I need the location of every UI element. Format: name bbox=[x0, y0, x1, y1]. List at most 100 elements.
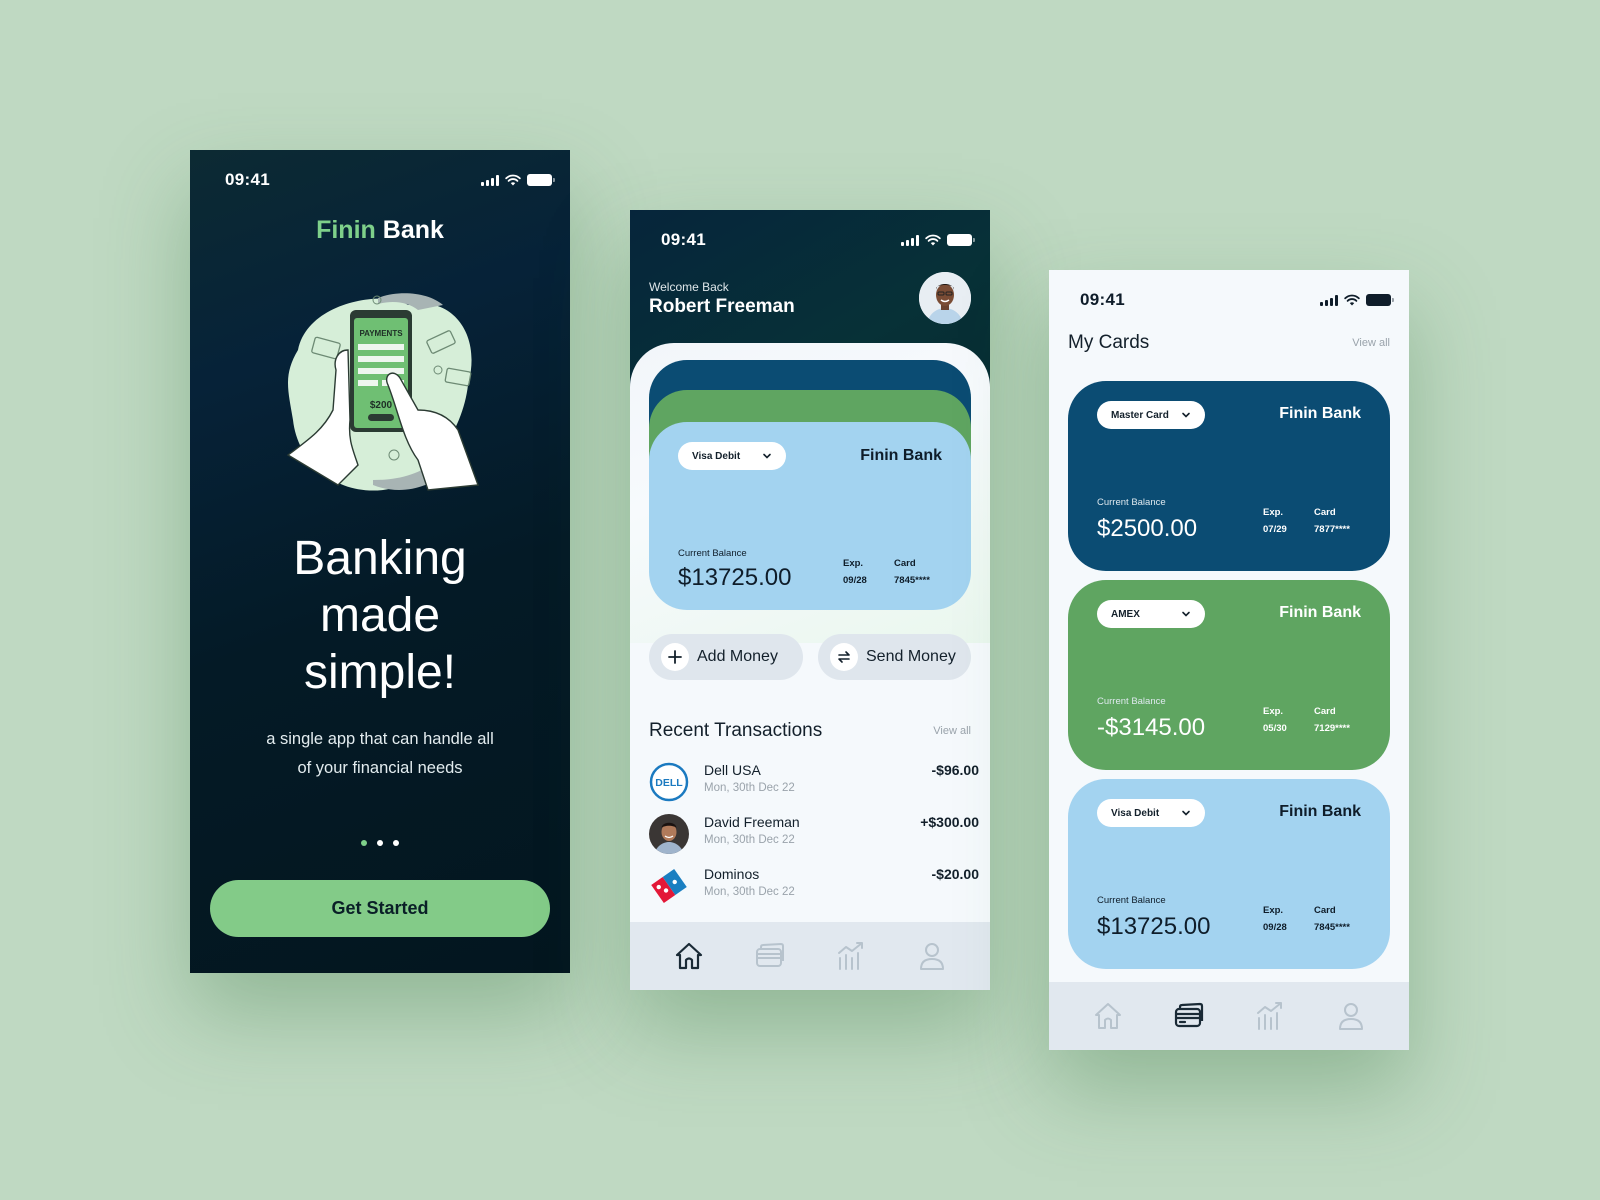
nav-home[interactable] bbox=[1090, 998, 1126, 1034]
balance-label: Current Balance bbox=[1097, 696, 1166, 707]
exp-label: Exp. bbox=[1263, 507, 1284, 518]
get-started-button[interactable]: Get Started bbox=[210, 880, 550, 937]
card-type-dropdown[interactable]: AMEX bbox=[1097, 600, 1205, 628]
send-money-button[interactable]: Send Money bbox=[818, 634, 971, 680]
chart-icon bbox=[1256, 1002, 1282, 1030]
card-number-value: 7129**** bbox=[1314, 723, 1350, 734]
nav-stats[interactable] bbox=[833, 938, 869, 974]
view-all-link[interactable]: View all bbox=[1352, 337, 1390, 349]
nav-profile[interactable] bbox=[1333, 998, 1369, 1034]
nav-cards[interactable] bbox=[752, 938, 788, 974]
welcome-text: Welcome Back bbox=[649, 280, 729, 294]
status-time: 09:41 bbox=[661, 230, 706, 249]
nav-cards[interactable] bbox=[1171, 998, 1207, 1034]
wifi-icon bbox=[925, 234, 941, 246]
battery-icon bbox=[1366, 294, 1394, 306]
exp-label: Exp. bbox=[1263, 706, 1284, 717]
nav-home[interactable] bbox=[671, 938, 707, 974]
cards-icon bbox=[755, 942, 784, 967]
transactions-header: Recent Transactions View all bbox=[649, 720, 971, 742]
home-screen: 09:41 Welcome Back Robert Freeman Visa D… bbox=[630, 210, 990, 990]
exp-value: 07/29 bbox=[1263, 524, 1287, 535]
exp-label: Exp. bbox=[1263, 905, 1284, 916]
signal-icon bbox=[1320, 294, 1338, 306]
card-type-label: Master Card bbox=[1111, 409, 1169, 421]
my-cards-screen: 09:41 My Cards View all Master Card Fini… bbox=[1049, 270, 1409, 1050]
exp-value: 09/28 bbox=[843, 575, 867, 586]
transaction-name: David Freeman bbox=[704, 814, 800, 830]
card-type-label: Visa Debit bbox=[692, 450, 741, 462]
page-dot[interactable] bbox=[377, 840, 383, 846]
svg-text:PAYMENTS: PAYMENTS bbox=[359, 329, 403, 338]
exp-value: 05/30 bbox=[1263, 723, 1287, 734]
signal-icon bbox=[481, 174, 499, 186]
user-avatar[interactable] bbox=[919, 272, 971, 324]
card-type-dropdown[interactable]: Master Card bbox=[1097, 401, 1205, 429]
onboarding-screen: 09:41 Finin Bank PAYMENTS $200 Banking m… bbox=[190, 150, 570, 973]
active-card[interactable]: Visa Debit Finin Bank Current Balance $1… bbox=[649, 422, 971, 610]
page-dot[interactable] bbox=[393, 840, 399, 846]
card-type-label: AMEX bbox=[1111, 608, 1140, 620]
card-number-label: Card bbox=[1314, 706, 1336, 717]
brand-primary: Finin bbox=[316, 216, 376, 244]
person-avatar-icon bbox=[649, 814, 689, 854]
balance-value: $13725.00 bbox=[1097, 913, 1211, 940]
headline-line: made bbox=[319, 589, 441, 642]
balance-value: $13725.00 bbox=[678, 564, 792, 591]
card-type-dropdown[interactable]: Visa Debit bbox=[678, 442, 786, 470]
card-item[interactable]: AMEX Finin Bank Current Balance -$3145.0… bbox=[1068, 580, 1390, 770]
status-bar: 09:41 bbox=[630, 230, 990, 254]
card-number-label: Card bbox=[1314, 905, 1336, 916]
transaction-amount: +$300.00 bbox=[920, 814, 979, 830]
balance-label: Current Balance bbox=[1097, 497, 1166, 508]
wifi-icon bbox=[1344, 294, 1360, 306]
transaction-row[interactable]: Dominos Mon, 30th Dec 22 -$20.00 bbox=[649, 864, 979, 916]
card-number-value: 7845**** bbox=[894, 575, 930, 586]
headline: Banking made simple! bbox=[190, 530, 570, 701]
transaction-name: Dell USA bbox=[704, 762, 761, 778]
page-indicator bbox=[190, 840, 570, 846]
brand-secondary: Bank bbox=[382, 216, 444, 244]
card-bank-name: Finin Bank bbox=[1279, 604, 1361, 621]
card-bank-name: Finin Bank bbox=[1279, 803, 1361, 820]
transaction-date: Mon, 30th Dec 22 bbox=[704, 886, 795, 898]
home-icon bbox=[675, 942, 702, 970]
nav-stats[interactable] bbox=[1252, 998, 1288, 1034]
card-number-value: 7845**** bbox=[1314, 922, 1350, 933]
user-icon bbox=[1338, 1003, 1363, 1030]
quick-actions: Add Money Send Money bbox=[649, 634, 971, 680]
transaction-amount: -$20.00 bbox=[931, 866, 979, 882]
transaction-date: Mon, 30th Dec 22 bbox=[704, 782, 795, 794]
dell-logo-icon: DELL bbox=[649, 762, 689, 802]
add-money-label: Add Money bbox=[697, 648, 778, 665]
headline-line: simple! bbox=[303, 646, 457, 699]
transaction-amount: -$96.00 bbox=[931, 762, 979, 778]
person-photo-icon bbox=[919, 272, 971, 324]
card-item[interactable]: Visa Debit Finin Bank Current Balance $1… bbox=[1068, 779, 1390, 969]
card-number-label: Card bbox=[894, 558, 916, 569]
view-all-link[interactable]: View all bbox=[933, 725, 971, 737]
card-number-label: Card bbox=[1314, 507, 1336, 518]
cards-icon bbox=[1174, 1002, 1203, 1028]
nav-profile[interactable] bbox=[914, 938, 950, 974]
chevron-down-icon bbox=[1182, 412, 1190, 418]
transaction-row[interactable]: DELL Dell USA Mon, 30th Dec 22 -$96.00 bbox=[649, 760, 979, 812]
transfer-icon bbox=[830, 643, 858, 671]
transaction-row[interactable]: David Freeman Mon, 30th Dec 22 +$300.00 bbox=[649, 812, 979, 864]
card-item[interactable]: Master Card Finin Bank Current Balance $… bbox=[1068, 381, 1390, 571]
card-bank-name: Finin Bank bbox=[860, 447, 942, 464]
bottom-nav bbox=[630, 922, 990, 990]
subtitle-line: a single app that can handle all bbox=[266, 730, 494, 748]
exp-value: 09/28 bbox=[1263, 922, 1287, 933]
transactions-title: Recent Transactions bbox=[649, 720, 823, 741]
add-money-button[interactable]: Add Money bbox=[649, 634, 803, 680]
payments-illustration: PAYMENTS $200 bbox=[286, 293, 479, 491]
signal-icon bbox=[901, 234, 919, 246]
status-time: 09:41 bbox=[1080, 290, 1125, 309]
svg-text:DELL: DELL bbox=[655, 777, 683, 789]
chevron-down-icon bbox=[1182, 611, 1190, 617]
page-dot-active[interactable] bbox=[361, 840, 367, 846]
card-number-value: 7877**** bbox=[1314, 524, 1350, 535]
brand-logo: Finin Bank bbox=[190, 216, 570, 245]
card-type-dropdown[interactable]: Visa Debit bbox=[1097, 799, 1205, 827]
